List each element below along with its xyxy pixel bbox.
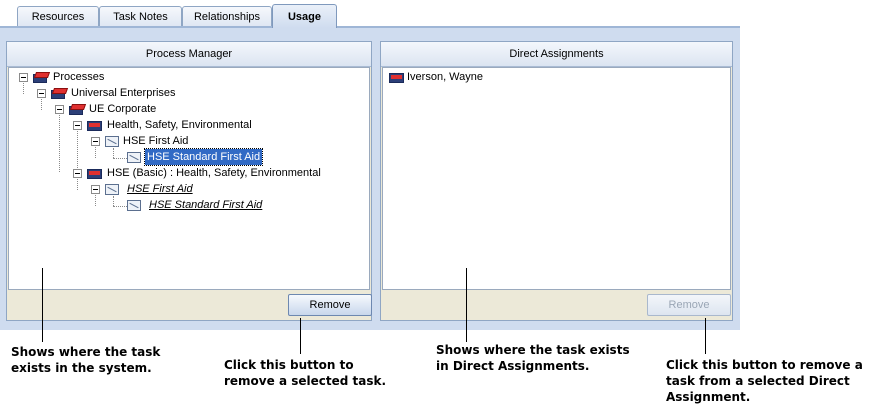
callout-line [466,268,467,342]
tree-label: HSE First Aid [123,135,189,147]
task-icon [127,152,141,163]
tree-label: Health, Safety, Environmental [107,119,252,131]
collapse-icon[interactable] [19,73,28,82]
collapse-icon[interactable] [55,105,64,114]
annotation-remove-assignment: Click this button to remove a task from … [666,357,863,405]
tab-relationships[interactable]: Relationships [182,6,272,26]
annotation-line: Assignment. [666,390,751,404]
annotation-line: Shows where the task exists [436,343,630,357]
tree-line [113,158,127,159]
annotation-process-manager: Shows where the task exists in the syste… [11,344,160,376]
direct-assignments-panel: Direct Assignments Iverson, Wayne Remove [380,41,733,321]
task-group-icon [105,136,119,147]
direct-assignments-list[interactable]: Iverson, Wayne [382,67,731,290]
tree-line [59,112,60,172]
process-manager-header: Process Manager [7,42,371,67]
tab-usage[interactable]: Usage [272,4,337,28]
process-manager-footer: Remove [7,290,372,320]
tree-label: Processes [53,71,105,83]
task-group-icon [105,184,119,195]
collapse-icon[interactable] [73,169,82,178]
annotation-line: in Direct Assignments. [436,359,590,373]
process-icon [87,120,103,131]
tab-task-notes[interactable]: Task Notes [99,6,182,26]
tree-line [113,196,114,206]
tree-line [113,206,127,207]
tree-label: HSE (Basic) : Health, Safety, Environmen… [107,167,321,179]
annotation-line: Shows where the task [11,345,161,359]
tree-label: UE Corporate [89,103,157,115]
process-folder-icon [33,72,51,83]
collapse-icon[interactable] [73,121,82,130]
task-icon [127,200,141,211]
callout-line [705,318,706,354]
tree-line [23,80,24,94]
tab-bar: Resources Task Notes Relationships Usage [0,0,740,28]
tree-line [113,148,114,158]
tab-resources[interactable]: Resources [17,6,99,26]
annotation-line: exists in the system. [11,361,152,375]
remove-assignment-button[interactable]: Remove [647,294,731,316]
direct-assignments-header: Direct Assignments [381,42,732,67]
assignment-label: Iverson, Wayne [407,71,484,83]
annotation-line: Click this button to [224,358,354,372]
process-manager-panel: Process Manager Processes Universal Ente… [6,41,372,321]
remove-button[interactable]: Remove [288,294,372,316]
annotation-line: task from a selected Direct [666,374,850,388]
callout-line [300,318,301,354]
collapse-icon[interactable] [37,89,46,98]
process-icon [87,168,103,179]
person-icon [389,72,405,83]
process-folder-icon [51,88,69,99]
collapse-icon[interactable] [91,137,100,146]
tree-label-selected: HSE Standard First Aid [143,148,264,166]
tree-label: Universal Enterprises [71,87,176,99]
tree-label: HSE Standard First Aid [149,199,263,211]
collapse-icon[interactable] [91,185,100,194]
annotation-line: Click this button to remove a [666,358,863,372]
annotation-direct-assignments: Shows where the task exists in Direct As… [436,342,630,374]
annotation-remove: Click this button to remove a selected t… [224,357,386,389]
tree-line [41,96,42,110]
callout-line [42,268,43,342]
tree-line [77,128,78,174]
process-manager-tree[interactable]: Processes Universal Enterprises UE Corpo… [8,67,370,290]
annotation-line: remove a selected task. [224,374,387,388]
process-folder-icon [69,104,87,115]
direct-assignments-footer: Remove [381,290,732,320]
tree-line [95,144,96,158]
tree-line [77,176,78,190]
tree-line [95,192,96,206]
tree-label: HSE First Aid [127,183,193,195]
